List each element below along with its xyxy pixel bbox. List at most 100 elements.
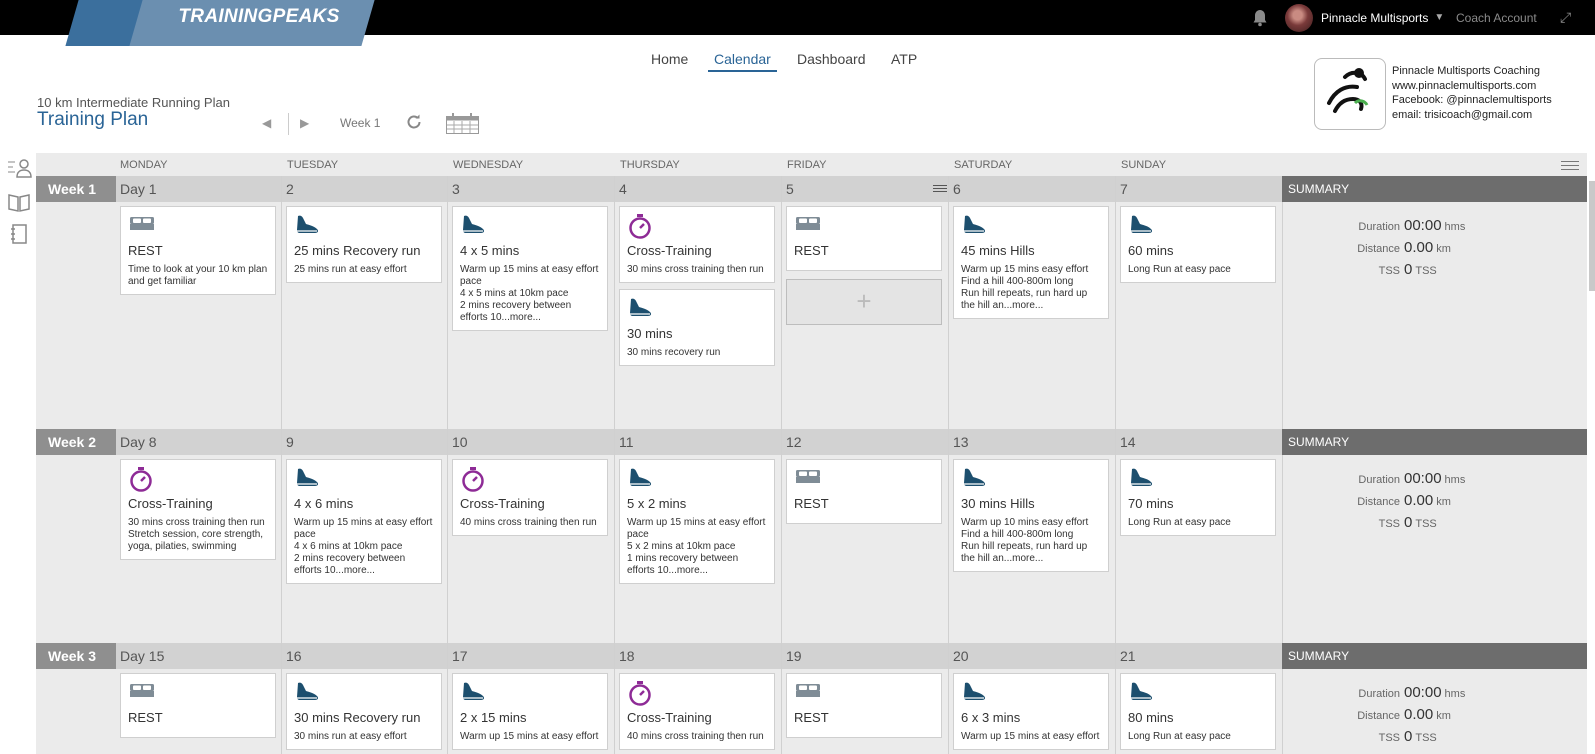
running-shoe-icon [460, 213, 600, 237]
day-number: Day 15 [120, 648, 165, 664]
chevron-down-icon: ▼ [1434, 12, 1445, 23]
workout-title: 4 x 5 mins [460, 243, 520, 258]
day-menu-icon[interactable] [933, 185, 947, 194]
coach-account-link[interactable]: Coach Account [1456, 0, 1537, 35]
add-workout-button[interactable]: + [786, 279, 942, 325]
weekday-label: THURSDAY [620, 159, 680, 171]
day-number-bar [116, 429, 1329, 455]
notes-icon[interactable] [8, 224, 30, 244]
nav-home[interactable]: Home [651, 51, 688, 67]
workout-card[interactable]: 30 mins Recovery run 30 mins run at easy … [286, 673, 442, 750]
workout-card[interactable]: Cross-Training 40 mins cross training the… [619, 673, 775, 750]
workout-description: Long Run at easy pace [1128, 517, 1231, 528]
summary-row: Distance 0.00 km [1357, 492, 1451, 509]
rest-bed-icon [128, 680, 268, 704]
running-shoe-icon [294, 213, 434, 237]
week-row: Week 3 Day 15 16 17 18 19 20 21 SUMMARY Duration 0… [36, 643, 1587, 754]
workout-card[interactable]: REST [786, 459, 942, 524]
day-number: 21 [1120, 648, 1136, 664]
workout-title: 80 mins [1128, 710, 1174, 725]
workout-card[interactable]: 60 mins Long Run at easy pace [1120, 206, 1276, 283]
workout-card[interactable]: 5 x 2 mins Warm up 15 mins at easy effort… [619, 459, 775, 584]
running-shoe-icon [961, 680, 1101, 704]
running-shoe-icon [627, 296, 767, 320]
account-menu[interactable]: Pinnacle Multisports ▼ [1285, 0, 1444, 35]
weekday-label: FRIDAY [787, 159, 827, 171]
week-row: Week 2 Day 8 9 10 11 12 13 14 SUMMARY Duration 00:… [36, 429, 1587, 643]
workout-title: 30 mins Hills [961, 496, 1035, 511]
day-number: 16 [286, 648, 302, 664]
workout-title: 6 x 3 mins [961, 710, 1021, 725]
day-number: 3 [452, 181, 460, 197]
nav-atp[interactable]: ATP [891, 51, 917, 67]
day-number: 10 [452, 434, 468, 450]
calendar-icon[interactable] [446, 113, 479, 137]
nav-dashboard[interactable]: Dashboard [797, 51, 866, 67]
workout-card[interactable]: Cross-Training 30 mins cross training the… [619, 206, 775, 283]
workout-title: REST [794, 710, 829, 725]
workout-title: 30 mins [627, 326, 673, 341]
refresh-icon[interactable] [405, 113, 423, 134]
day-number: 12 [786, 434, 802, 450]
workout-title: 70 mins [1128, 496, 1174, 511]
scrollbar[interactable] [1589, 181, 1595, 291]
summary-row: Duration 00:00 hms [1358, 684, 1466, 701]
weekday-label: WEDNESDAY [453, 159, 524, 171]
week-label: Week 1 [36, 176, 116, 202]
top-bar: TRAININGPEAKS Pinnacle Multisports ▼ Coa… [0, 0, 1595, 46]
plan-subtitle: 10 km Intermediate Running Plan [37, 95, 230, 110]
rest-bed-icon [794, 680, 934, 704]
workout-description: Warm up 15 mins easy effort Find a hill 4… [961, 264, 1089, 311]
running-shoe-icon [1128, 213, 1268, 237]
workout-card[interactable]: 80 mins Long Run at easy pace [1120, 673, 1276, 750]
workout-card[interactable]: 30 mins 30 mins recovery run [619, 289, 775, 366]
running-shoe-icon [961, 213, 1101, 237]
workout-description: 30 mins run at easy effort [294, 731, 407, 742]
day-number-bar [116, 176, 1329, 202]
calendar-menu-icon[interactable] [1561, 161, 1579, 173]
day-number: 7 [1120, 181, 1128, 197]
workout-card[interactable]: REST Time to look at your 10 km plan and … [120, 206, 276, 295]
workout-card[interactable]: 25 mins Recovery run 25 mins run at easy … [286, 206, 442, 283]
running-shoe-icon [1128, 466, 1268, 490]
workout-card[interactable]: 6 x 3 mins Warm up 15 mins at easy effort [953, 673, 1109, 750]
workout-title: Cross-Training [627, 243, 712, 258]
workout-card[interactable]: 2 x 15 mins Warm up 15 mins at easy effor… [452, 673, 608, 750]
weekday-header: MONDAY TUESDAY WEDNESDAY THURSDAY FRIDAY… [36, 153, 1587, 178]
workout-description: Time to look at your 10 km plan and get … [128, 264, 268, 287]
workout-card[interactable]: REST [786, 206, 942, 271]
workout-card[interactable]: Cross-Training 40 mins cross training the… [452, 459, 608, 536]
bell-icon[interactable] [1252, 0, 1268, 35]
day-number: 9 [286, 434, 294, 450]
workout-card[interactable]: 4 x 6 mins Warm up 15 mins at easy effort… [286, 459, 442, 584]
workout-card[interactable]: 45 mins Hills Warm up 15 mins easy effort… [953, 206, 1109, 319]
workout-title: Cross-Training [128, 496, 213, 511]
next-week-icon[interactable]: ▶ [300, 116, 309, 130]
summary-row: Distance 0.00 km [1357, 706, 1451, 723]
week-summary-header: SUMMARY [1282, 643, 1587, 669]
workout-title: REST [794, 243, 829, 258]
expand-icon[interactable]: ⤢ [1560, 0, 1571, 35]
weekday-label: MONDAY [120, 159, 168, 171]
prev-week-icon[interactable]: ◀ [262, 116, 271, 130]
workout-card[interactable]: Cross-Training 30 mins cross training the… [120, 459, 276, 560]
library-icon[interactable] [8, 192, 30, 212]
nav-calendar[interactable]: Calendar [708, 51, 777, 72]
workout-description: Long Run at easy pace [1128, 731, 1231, 742]
coach-contact-info: Pinnacle Multisports Coaching www.pinnac… [1392, 65, 1552, 121]
workout-title: REST [128, 243, 163, 258]
workout-card[interactable]: 30 mins Hills Warm up 10 mins easy effort… [953, 459, 1109, 572]
stopwatch-icon [128, 466, 268, 492]
stopwatch-icon [460, 466, 600, 492]
athlete-list-icon[interactable] [8, 158, 32, 178]
workout-card[interactable]: REST [786, 673, 942, 738]
workout-card[interactable]: 4 x 5 mins Warm up 15 mins at easy effort… [452, 206, 608, 331]
day-number: 6 [953, 181, 961, 197]
day-number: 5 [786, 181, 794, 197]
workout-card[interactable]: 70 mins Long Run at easy pace [1120, 459, 1276, 536]
rest-bed-icon [128, 213, 268, 237]
trainingpeaks-logo[interactable]: TRAININGPEAKS [65, 0, 375, 46]
workout-description: 40 mins cross training then run [460, 517, 597, 528]
workout-card[interactable]: REST [120, 673, 276, 738]
workout-title: Cross-Training [460, 496, 545, 511]
